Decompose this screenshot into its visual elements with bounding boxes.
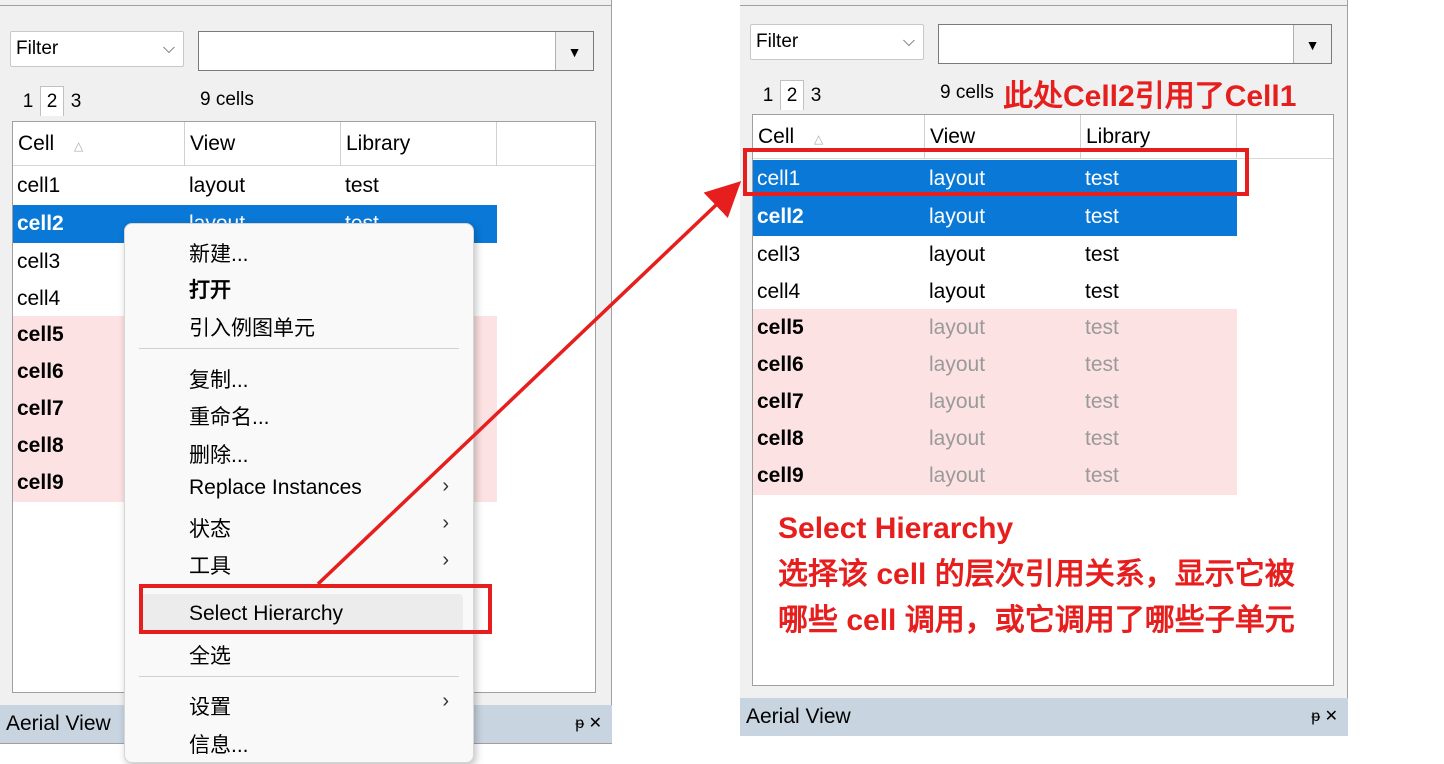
table-row[interactable]: cell7 layout test (753, 383, 1237, 421)
tab-2[interactable]: 2 (40, 86, 64, 116)
submenu-arrow-icon: › (442, 690, 449, 712)
panel-top-frame (740, 0, 1348, 6)
submenu-arrow-icon: › (442, 512, 449, 534)
table-row[interactable]: cell6 layout test (753, 346, 1237, 384)
submenu-arrow-icon: › (442, 549, 449, 571)
submenu-arrow-icon: › (442, 475, 449, 497)
chevron-down-icon: ⌵ (902, 33, 915, 50)
table-row[interactable]: cell3 layout test (753, 236, 1237, 274)
sort-asc-icon: △ (74, 139, 84, 153)
table-row[interactable]: cell5 layout test (753, 309, 1237, 347)
filter-input[interactable]: ▼ (198, 31, 594, 71)
panel-top-frame (0, 0, 612, 6)
table-row[interactable]: cell8 layout test (753, 420, 1237, 458)
menu-item-new[interactable]: 新建... (189, 238, 249, 268)
menu-item-info[interactable]: 信息... (189, 729, 249, 759)
menu-item-rename[interactable]: 重命名... (189, 401, 270, 431)
filter-type-label: Filter (16, 38, 59, 59)
aerial-view-title: Aerial View (746, 705, 851, 728)
filter-type-label: Filter (756, 31, 799, 52)
menu-item-select-all[interactable]: 全选 (189, 640, 231, 670)
sort-asc-icon: △ (814, 132, 824, 146)
column-header-library[interactable]: Library (341, 122, 497, 166)
tab-1[interactable]: 1 (756, 81, 780, 111)
tab-3[interactable]: 3 (804, 81, 828, 111)
panel-right-frame (611, 0, 612, 764)
column-header-view[interactable]: View (185, 122, 341, 166)
annotation-line-1: Select Hierarchy (778, 512, 1014, 545)
pin-close-icons[interactable]: ᵽ ✕ (1311, 698, 1338, 736)
dropdown-arrow-icon[interactable]: ▼ (555, 32, 593, 70)
menu-item-settings[interactable]: 设置 (189, 691, 231, 721)
page-tabs: 123 (16, 86, 88, 117)
annotation-description: Select Hierarchy 选择该 cell 的层次引用关系，显示它被 哪… (778, 506, 1438, 644)
menu-item-open[interactable]: 打开 (189, 274, 231, 304)
menu-item-status[interactable]: 状态 (189, 513, 231, 543)
table-row[interactable]: cell9 layout test (753, 457, 1237, 495)
chevron-down-icon: ⌵ (162, 40, 175, 57)
table-row-selected[interactable]: cell2layouttest (753, 198, 1237, 236)
cell-count: 9 cells (940, 82, 994, 103)
annotation-line-3: 哪些 cell 调用，或它调用了哪些子单元 (778, 604, 1295, 637)
highlight-box-select-hierarchy (139, 584, 492, 634)
table-row[interactable]: cell1 layout test (13, 167, 497, 205)
menu-item-import-example[interactable]: 引入例图单元 (189, 312, 315, 342)
filter-type-select[interactable]: Filter ⌵ (10, 31, 184, 67)
menu-item-delete[interactable]: 删除... (189, 439, 249, 469)
menu-separator (139, 676, 459, 677)
filter-type-select[interactable]: Filter ⌵ (750, 24, 924, 60)
table-header: Cell △ View Library (13, 122, 595, 166)
context-menu: 新建... 打开 引入例图单元 复制... 重命名... 删除... Repla… (124, 223, 474, 763)
page-tabs: 123 (756, 80, 828, 111)
tab-2[interactable]: 2 (780, 80, 804, 110)
menu-item-copy[interactable]: 复制... (189, 364, 249, 394)
column-header-cell[interactable]: Cell △ (13, 122, 185, 166)
annotation-line-2: 选择该 cell 的层次引用关系，显示它被 (778, 558, 1295, 591)
tab-1[interactable]: 1 (16, 87, 40, 117)
menu-separator (139, 348, 459, 349)
aerial-view-titlebar: Aerial View ᵽ ✕ (740, 698, 1348, 736)
table-row[interactable]: cell4 layout test (753, 273, 1237, 311)
pin-close-icons[interactable]: ᵽ ✕ (575, 705, 602, 743)
highlight-box-cell1 (743, 148, 1249, 196)
menu-item-tools[interactable]: 工具 (189, 550, 231, 580)
cell-count: 9 cells (200, 89, 254, 110)
menu-item-replace-instances[interactable]: Replace Instances (189, 476, 362, 500)
dropdown-arrow-icon[interactable]: ▼ (1293, 25, 1331, 63)
filter-input[interactable]: ▼ (938, 24, 1332, 64)
aerial-view-title: Aerial View (6, 712, 111, 735)
tab-3[interactable]: 3 (64, 87, 88, 117)
annotation-top-note: 此处Cell2引用了Cell1 (1003, 80, 1297, 113)
